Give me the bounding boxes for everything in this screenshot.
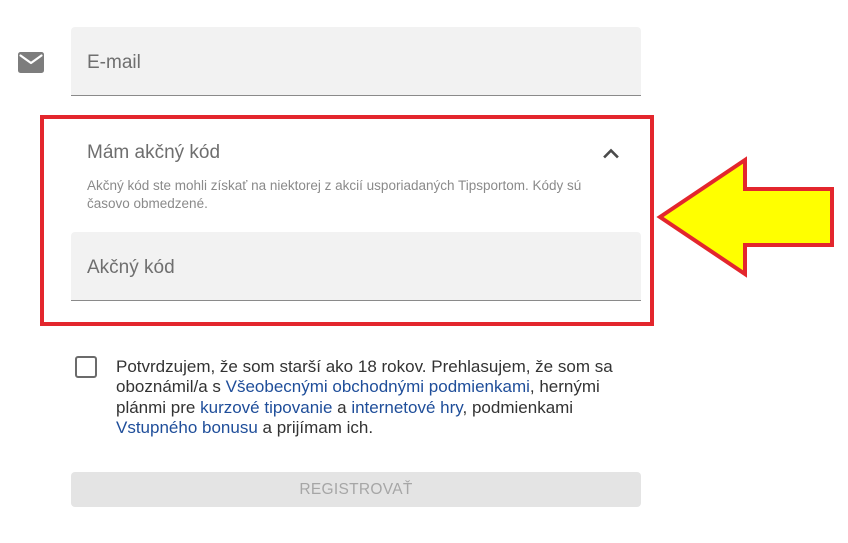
- mail-icon: [18, 52, 44, 73]
- consent-text: Potvrdzujem, že som starší ako 18 rokov.…: [116, 357, 641, 438]
- register-button[interactable]: REGISTROVAŤ: [71, 472, 641, 507]
- consent-text-part: a prijímam ich.: [257, 417, 374, 437]
- consent-text-part: a: [332, 397, 352, 417]
- email-placeholder: E-mail: [87, 52, 141, 73]
- internet-games-link[interactable]: internetové hry: [351, 398, 462, 417]
- bonus-terms-link[interactable]: Vstupného bonusu: [116, 418, 258, 437]
- betting-plans-link[interactable]: kurzové tipovanie: [200, 398, 332, 417]
- highlight-box: [40, 115, 654, 326]
- terms-link[interactable]: Všeobecnými obchodnými podmienkami: [226, 377, 530, 396]
- consent-checkbox[interactable]: [75, 356, 97, 378]
- consent-text-part: , podmienkami: [462, 397, 574, 417]
- email-field[interactable]: E-mail: [71, 27, 641, 96]
- arrow-left-icon: [656, 156, 834, 278]
- register-button-label: REGISTROVAŤ: [299, 480, 413, 498]
